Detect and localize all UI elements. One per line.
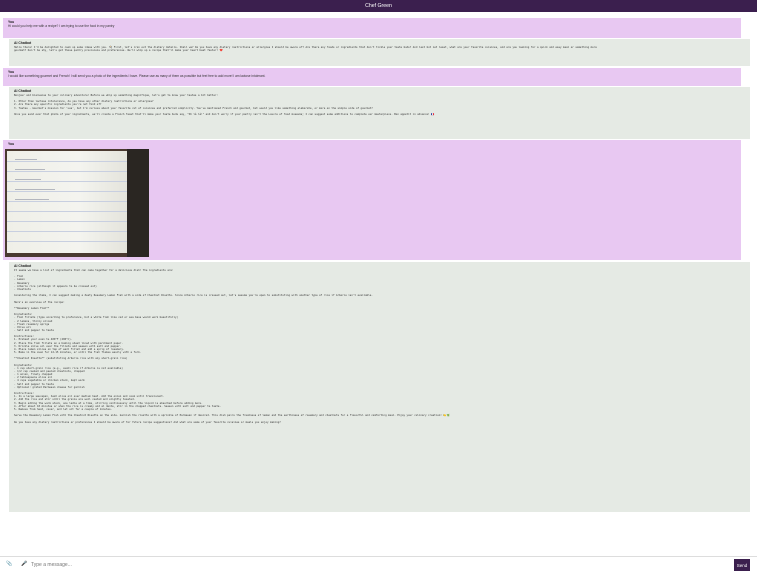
bot-message: AI Chatbot Bonjour and bienvenue to your… xyxy=(9,87,750,139)
attachment-icon[interactable]: 📎 xyxy=(6,561,12,567)
bot-message: AI Chatbot Hello there! I'd be delighted… xyxy=(9,39,750,66)
message-sender: AI Chatbot xyxy=(14,264,32,268)
app-header: Chef Green xyxy=(0,0,757,12)
user-message: You I would like something gourmet and F… xyxy=(3,68,741,86)
message-text: Hello there! I'd be delighted to cook up… xyxy=(14,46,597,53)
message-text: Bonjour and bienvenue to your culinary a… xyxy=(14,94,435,116)
message-sender: AI Chatbot xyxy=(14,41,32,45)
handwritten-list-image xyxy=(7,151,127,253)
microphone-icon[interactable]: 🎤 xyxy=(21,561,27,567)
chat-history[interactable]: You Hi could you help me with a recipe? … xyxy=(0,12,757,555)
bot-message: AI Chatbot It seems we have a list of in… xyxy=(9,262,750,512)
app-title: Chef Green xyxy=(365,3,392,9)
message-text: It seems we have a list of ingredients t… xyxy=(14,269,450,424)
message-text: I would like something gourmet and Frenc… xyxy=(8,74,266,78)
send-button[interactable]: Send xyxy=(734,559,750,571)
message-composer: 📎 🎤 Send xyxy=(0,556,757,574)
photo-background xyxy=(127,149,149,257)
ingredients-photo[interactable] xyxy=(5,149,149,257)
message-sender: You xyxy=(8,142,15,146)
message-sender: You xyxy=(8,20,15,24)
user-message: You Hi could you help me with a recipe? … xyxy=(3,18,741,38)
message-sender: AI Chatbot xyxy=(14,89,32,93)
message-text: Hi could you help me with a recipe? I am… xyxy=(8,24,115,28)
message-input[interactable] xyxy=(31,560,729,570)
